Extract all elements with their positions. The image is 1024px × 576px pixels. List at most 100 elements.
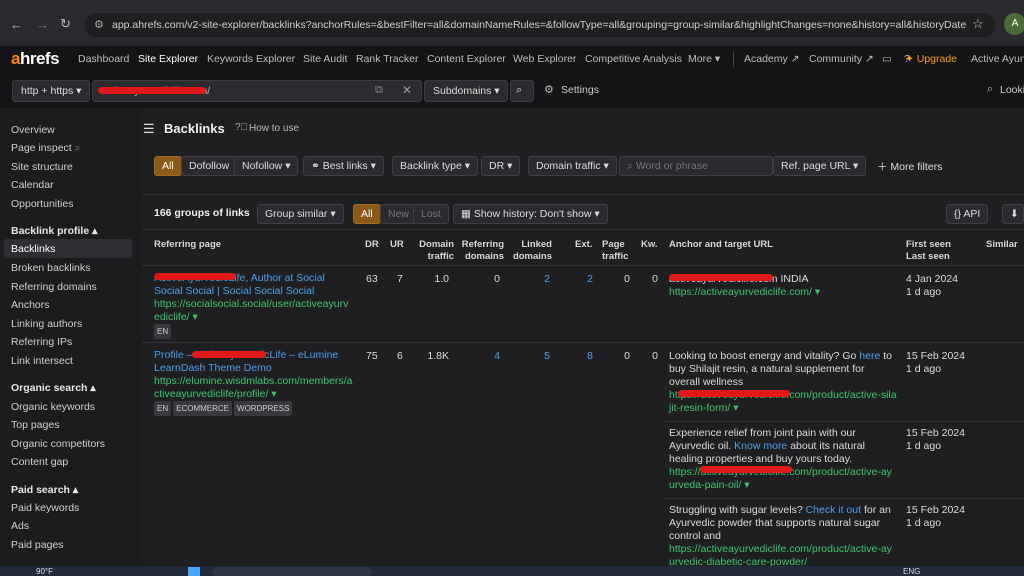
segment-all[interactable]: All [353,204,381,224]
nav-site-audit[interactable]: Site Audit [303,53,347,65]
clear-icon[interactable]: ✕ [402,83,412,97]
sidebar-item-referring-ips[interactable]: Referring IPs [11,336,72,348]
filter-best-links[interactable]: ⚭ Best links ▾ [303,156,384,176]
segment-new[interactable]: New [380,204,418,224]
sidebar-item-paid-keywords[interactable]: Paid keywords [11,502,79,514]
anchor-link[interactable]: here [859,350,880,362]
ref-page-url-select[interactable]: Ref. page URL ▾ [773,156,867,176]
sidebar-item-organic-keywords[interactable]: Organic keywords [11,401,95,413]
taskbar-search[interactable] [212,567,372,576]
show-history-select[interactable]: ▦ Show history: Don't show ▾ [453,204,608,224]
row-2-ext[interactable]: 8 [556,350,593,363]
anchor-link[interactable]: Know more [734,440,787,452]
anchor-link[interactable]: Check it out [806,504,861,516]
filter-all[interactable]: All [154,156,182,176]
filter-nofollow[interactable]: Nofollow ▾ [234,156,299,176]
nav-dashboard[interactable]: Dashboard [78,53,129,65]
col-similar[interactable]: Similar [986,239,1018,251]
sidebar-item-linking-authors[interactable]: Linking authors [11,318,82,330]
nav-keywords-explorer[interactable]: Keywords Explorer [207,53,295,65]
start-icon[interactable] [188,567,200,576]
sidebar-item-broken-backlinks[interactable]: Broken backlinks [11,262,90,274]
filter-backlink-type[interactable]: Backlink type ▾ [392,156,479,176]
col-dr[interactable]: DR [365,239,379,251]
nav-academy[interactable]: Academy ↗ [744,53,800,65]
bookmark-star-icon[interactable]: ☆ [972,16,984,32]
target-url[interactable]: https://activeayurvediclife.com/ [669,286,812,298]
filter-domain-traffic[interactable]: Domain traffic ▾ [528,156,617,176]
api-button[interactable]: {} API [946,204,989,224]
col-first-last-seen[interactable]: First seen Last seen [906,239,958,262]
table-row-1-title[interactable]: ActiveAyurvedicLife, Author at Social So… [154,272,354,339]
open-external-icon[interactable]: ⧉ [375,84,383,97]
nav-content-explorer[interactable]: Content Explorer [427,53,506,65]
back-icon[interactable]: ← [10,17,23,32]
sidebar-item-paid-pages[interactable]: Paid pages [11,539,64,551]
row-1-page-traffic: 0 [624,273,630,285]
ahrefs-logo[interactable]: ahrefs [11,49,60,69]
language-indicator[interactable]: ENG [903,567,920,576]
col-anchor[interactable]: Anchor and target URL [669,239,773,251]
nav-rank-tracker[interactable]: Rank Tracker [356,53,418,65]
col-referring-domains[interactable]: Referring domains [458,239,504,262]
sidebar-section-organic-search[interactable]: Organic search ▴ [11,382,96,394]
sidebar-item-ads[interactable]: Ads [11,520,29,532]
search-button[interactable]: ⌕ [510,80,534,102]
nav-upgrade[interactable]: ✦ Upgrade [905,53,957,65]
sidebar-item-calendar[interactable]: Calendar [11,179,54,191]
sidebar-item-top-pages[interactable]: Top pages [11,419,59,431]
sidebar-section-backlink-profile[interactable]: Backlink profile ▴ [11,225,97,237]
reload-icon[interactable]: ↻ [60,16,71,32]
table-row-2-title[interactable]: Profile – ActiveAyurvedicLife – eLumine … [154,349,354,416]
nav-community[interactable]: Community ↗ [809,53,874,65]
row-2-ref-domains[interactable]: 4 [458,350,500,363]
row-1-ext[interactable]: 2 [556,273,593,286]
protocol-select[interactable]: http + https ▾ [12,80,90,102]
col-page-traffic[interactable]: Page traffic [602,239,636,262]
settings-gear-icon[interactable]: ⚙ [544,83,554,96]
sidebar-section-paid-search[interactable]: Paid search ▴ [11,484,78,496]
row-1-linked[interactable]: 2 [510,273,550,286]
col-ext[interactable]: Ext. [575,239,592,251]
sidebar-item-overview[interactable]: Overview [11,124,55,136]
menu-icon[interactable]: ☰ [143,121,155,137]
nav-web-explorer[interactable]: Web Explorer [513,53,576,65]
lookup-icon[interactable]: ⌕ [987,83,993,96]
sidebar-item-content-gap[interactable]: Content gap [11,456,68,468]
forward-icon[interactable]: → [36,17,49,32]
segment-lost[interactable]: Lost [413,204,449,224]
site-info-icon[interactable]: ⚙ [94,18,104,31]
sidebar-item-referring-domains[interactable]: Referring domains [11,281,97,293]
anchor-search-input[interactable]: ⌕ Word or phrase [619,156,773,176]
weather-widget[interactable]: 90°F [36,567,53,576]
filter-dr[interactable]: DR ▾ [481,156,521,176]
col-linked-domains[interactable]: Linked domains [510,239,552,262]
target-url[interactable]: https://activeayurvediclife.com/product/… [669,543,892,566]
sidebar-item-backlinks[interactable]: Backlinks [11,243,55,255]
sidebar-item-opportunities[interactable]: Opportunities [11,198,73,210]
nav-competitive-analysis[interactable]: Competitive Analysis [585,53,682,65]
col-kw[interactable]: Kw. [641,239,658,251]
how-to-use-link[interactable]: How to use [249,123,299,134]
mode-select[interactable]: Subdomains ▾ [424,80,508,102]
nav-site-explorer[interactable]: Site Explorer [138,53,198,65]
sidebar-item-site-structure[interactable]: Site structure [11,161,73,173]
settings-link[interactable]: Settings [561,84,599,96]
sidebar-item-organic-competitors[interactable]: Organic competitors [11,438,105,450]
lookup-link[interactable]: Looki [1000,84,1024,96]
col-referring-page[interactable]: Referring page [154,239,221,251]
sidebar-item-page-inspect[interactable]: Page inspect ⌕ [11,142,81,155]
row-2-linked[interactable]: 5 [510,350,550,363]
more-filters-button[interactable]: ＋ More filters [877,159,942,174]
account-menu[interactable]: Active Ayurv [971,53,1024,65]
col-ur[interactable]: UR [390,239,404,251]
col-domain-traffic[interactable]: Domain traffic [412,239,454,262]
profile-avatar[interactable]: A [1004,13,1024,35]
sidebar-item-anchors[interactable]: Anchors [11,299,50,311]
sidebar-item-link-intersect[interactable]: Link intersect [11,355,73,367]
group-similar-select[interactable]: Group similar ▾ [257,204,344,224]
export-button[interactable]: ⬇ [1002,204,1024,224]
monitor-icon[interactable]: ▭ [882,53,892,65]
filter-dofollow[interactable]: Dofollow [181,156,238,176]
nav-more[interactable]: More ▾ [688,53,720,65]
